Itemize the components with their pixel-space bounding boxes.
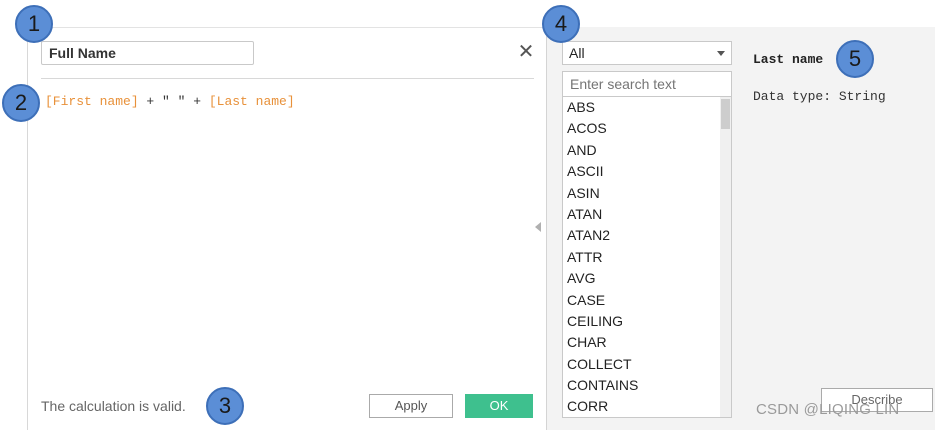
formula-operator: + [185, 94, 209, 109]
list-item[interactable]: ATAN [563, 204, 731, 225]
callout-badge-5: 5 [836, 40, 874, 78]
calculation-editor-panel [27, 27, 546, 430]
help-title: Last name [753, 52, 824, 67]
watermark: CSDN @LIQING LIN [756, 401, 900, 418]
function-category-select[interactable]: All [562, 41, 732, 65]
list-item[interactable]: ABS [563, 97, 731, 118]
list-item[interactable]: AVG [563, 268, 731, 289]
apply-button[interactable]: Apply [369, 394, 453, 418]
help-data-type: Data type: String [753, 89, 886, 104]
list-item[interactable]: COLLECT [563, 354, 731, 375]
formula-operator: + [138, 94, 163, 109]
callout-badge-3: 3 [206, 387, 244, 425]
divider [41, 78, 534, 79]
list-item[interactable]: ATAN2 [563, 225, 731, 246]
list-item[interactable]: CORR [563, 396, 731, 417]
list-item[interactable]: ATTR [563, 247, 731, 268]
formula-editor[interactable]: [First name] + " " + [Last name] [45, 94, 295, 109]
formula-literal: " " [162, 94, 186, 109]
scrollbar-thumb[interactable] [721, 99, 730, 129]
validation-status: The calculation is valid. [41, 398, 186, 414]
callout-badge-4: 4 [542, 5, 580, 43]
formula-field-first-name: [First name] [45, 94, 139, 109]
function-category-value: All [569, 45, 585, 61]
calculation-name-input[interactable]: Full Name [41, 41, 254, 65]
chevron-down-icon [717, 51, 725, 56]
callout-badge-1: 1 [15, 5, 53, 43]
list-item[interactable]: CASE [563, 290, 731, 311]
list-item[interactable]: CONTAINS [563, 375, 731, 396]
close-icon[interactable]: ✕ [516, 42, 536, 62]
function-list[interactable]: ABS ACOS AND ASCII ASIN ATAN ATAN2 ATTR … [562, 97, 732, 418]
formula-field-last-name: [Last name] [208, 94, 295, 109]
function-search-input[interactable] [562, 71, 732, 97]
list-item[interactable]: AND [563, 140, 731, 161]
callout-badge-2: 2 [2, 84, 40, 122]
ok-button[interactable]: OK [465, 394, 533, 418]
scrollbar[interactable] [720, 97, 731, 417]
list-item[interactable]: ASCII [563, 161, 731, 182]
list-item[interactable]: ACOS [563, 118, 731, 139]
list-item[interactable]: ASIN [563, 183, 731, 204]
collapse-arrow-icon[interactable] [535, 222, 541, 232]
list-item[interactable]: CHAR [563, 332, 731, 353]
list-item[interactable]: CEILING [563, 311, 731, 332]
